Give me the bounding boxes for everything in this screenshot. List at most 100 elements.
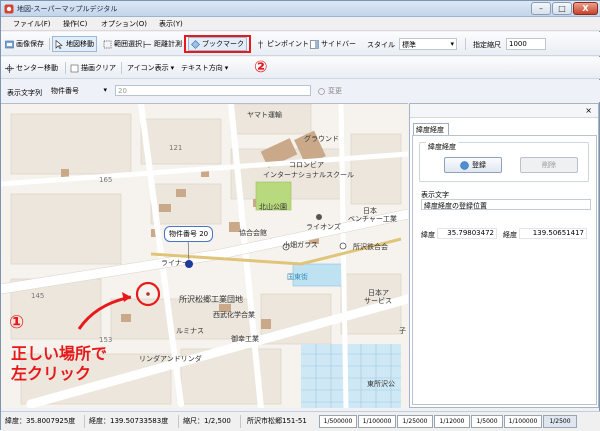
sidebar-label: サイドバー [321, 40, 356, 48]
delete-button[interactable]: 削除 [520, 157, 578, 173]
map-label: リンダアンドリンダ [139, 355, 202, 363]
app-logo-icon [4, 4, 14, 14]
close-button[interactable]: X [573, 2, 598, 15]
instruction-text-line2: 左クリック [11, 364, 92, 383]
lon-value: 139.50651417 [532, 229, 584, 237]
status-lon: 経度：139.50733583度 [89, 415, 179, 428]
map-label: 所沢松郷工業団地 [179, 295, 243, 304]
menu-option[interactable]: オプション(O) [101, 19, 147, 29]
scale-button[interactable]: 1/25000 [397, 415, 433, 428]
draw-clear-label: 描画クリア [81, 64, 116, 72]
divider [465, 38, 466, 50]
menu-operation[interactable]: 操作(C) [63, 19, 87, 29]
bookmark-button[interactable]: ブックマーク [188, 37, 247, 51]
divider [49, 38, 50, 50]
text-direction-dropdown[interactable]: テキスト方向 ▾ [179, 61, 230, 75]
icon-display-dropdown[interactable]: アイコン表示 ▾ [125, 61, 176, 75]
divider [65, 62, 66, 74]
save-image-icon [5, 40, 14, 48]
display-string-dropdown[interactable]: 物件番号 ▾ [49, 85, 109, 97]
menu-file[interactable]: ファイル(F) [13, 19, 51, 29]
tab-latlon[interactable]: 緯度経度 [413, 123, 449, 135]
display-string-value: 物件番号 [51, 87, 79, 95]
menu-bar: ファイル(F) 操作(C) オプション(O) 表示(Y) [1, 17, 600, 31]
main-toolbar: 画像保存 地図移動 範囲選択 距離計測 ブックマーク ピンポイント サイドバー … [1, 32, 600, 56]
scale-input[interactable]: 1000 [506, 38, 546, 50]
lat-label: 緯度 [421, 231, 435, 239]
secondary-toolbar: センター移動 描画クリア アイコン表示 ▾ テキスト方向 ▾ ② [1, 57, 600, 79]
map-label: ライオンズ [306, 223, 341, 231]
bookmark-label: ブックマーク [202, 40, 244, 48]
pinpoint-button[interactable]: ピンポイント [254, 37, 311, 51]
scale-button[interactable]: 1/100000 [504, 415, 542, 428]
chevron-down-icon: ▾ [103, 86, 107, 94]
status-scale: 縮尺：1/2,500 [183, 415, 241, 428]
status-bar: 緯度：35.8007925度 経度：139.50733583度 縮尺：1/2,5… [1, 411, 600, 431]
register-button[interactable]: 登録 [444, 157, 502, 173]
icon-display-label: アイコン表示 [127, 64, 169, 72]
center-move-button[interactable]: センター移動 [3, 61, 60, 75]
distance-measure-label: 距離計測 [154, 40, 182, 48]
range-select-label: 範囲選択 [114, 40, 142, 48]
map-label: 121 [169, 144, 183, 152]
display-text-input[interactable]: 緯度経度の登録位置 [421, 199, 591, 210]
map-move-label: 地図移動 [66, 40, 94, 48]
scale-button[interactable]: 1/500000 [319, 415, 357, 428]
style-dropdown[interactable]: 標準 ▾ [399, 38, 457, 50]
panel-header: × [410, 104, 598, 118]
display-string-field[interactable]: 20 [115, 85, 311, 96]
distance-measure-button[interactable]: 距離計測 [141, 37, 184, 51]
globe-icon [460, 160, 469, 170]
scale-button[interactable]: 1/12000 [434, 415, 470, 428]
bookmark-icon [191, 39, 200, 49]
map-label: 所沢鉄合会 [353, 243, 388, 251]
scale-button[interactable]: 1/100000 [358, 415, 396, 428]
status-lat: 緯度：35.8007925度 [5, 415, 85, 428]
map-label: 西武化学合業 [213, 311, 255, 319]
scale-button[interactable]: 1/2500 [543, 415, 577, 428]
map-label: 北山公園 [259, 203, 287, 211]
side-panel: × 緯度経度 緯度経度 登録 削除 表示文字 緯度経度の登録位置 緯度 35.7… [409, 103, 599, 408]
display-string-label: 表示文字列 [7, 89, 42, 97]
chevron-down-icon: ▾ [450, 40, 454, 48]
map-label: 165 [99, 176, 113, 184]
chevron-down-icon: ▾ [224, 64, 229, 72]
lat-field[interactable]: 35.79803472 [437, 228, 497, 239]
save-image-label: 画像保存 [16, 40, 44, 48]
pinpoint-label: ピンポイント [267, 40, 309, 48]
map-move-button[interactable]: 地図移動 [52, 36, 97, 52]
lat-value: 35.79803472 [447, 229, 494, 237]
range-select-button[interactable]: 範囲選択 [101, 37, 144, 51]
map-label: 協合会館 [239, 229, 267, 237]
text-direction-label: テキスト方向 [181, 64, 223, 72]
draw-clear-button[interactable]: 描画クリア [68, 61, 118, 75]
panel-content: 緯度経度 登録 削除 表示文字 緯度経度の登録位置 緯度 35.79803472… [412, 135, 597, 405]
lon-label: 経度 [503, 231, 517, 239]
map-label: インターナショナルスクール [263, 171, 354, 179]
latlon-group-label: 緯度経度 [426, 142, 458, 152]
panel-close-button[interactable]: × [585, 106, 592, 115]
display-text-value: 緯度経度の登録位置 [424, 202, 487, 210]
menu-view[interactable]: 表示(Y) [159, 19, 183, 29]
save-image-button[interactable]: 画像保存 [3, 37, 46, 51]
range-select-icon [103, 40, 112, 48]
sidebar-icon [310, 39, 319, 49]
lon-field[interactable]: 139.50651417 [519, 228, 587, 239]
map-view[interactable]: ヤマト運輸 グラウンド コロンビア インターナショナルスクール 北山公園 日本 … [1, 103, 408, 408]
cursor-icon [55, 39, 63, 49]
window-title: 地図-スーパーマップルデジタル [17, 5, 118, 13]
change-button[interactable]: 変更 [315, 84, 344, 98]
style-label: スタイル [367, 41, 395, 49]
scale-label: 指定縮尺 [473, 41, 501, 49]
map-label: 東所沢公 [367, 380, 395, 388]
map-label: 国東街 [287, 273, 308, 281]
minimize-button[interactable]: – [531, 2, 551, 15]
register-label: 登録 [472, 161, 486, 169]
scale-input-value: 1000 [509, 40, 527, 48]
app-window: 地図-スーパーマップルデジタル – □ X ファイル(F) 操作(C) オプショ… [0, 0, 600, 431]
delete-label: 削除 [542, 161, 556, 169]
maximize-button[interactable]: □ [552, 2, 572, 15]
map-label: 御幸工業 [231, 335, 259, 343]
sidebar-button[interactable]: サイドバー [308, 37, 358, 51]
scale-button[interactable]: 1/5000 [471, 415, 503, 428]
